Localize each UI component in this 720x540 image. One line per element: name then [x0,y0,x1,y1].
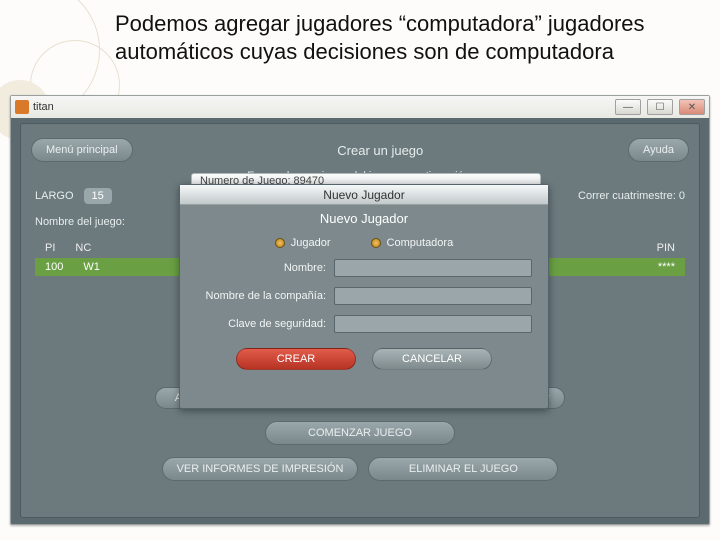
computadora-radio[interactable] [371,238,381,248]
col-pi: PI [35,238,65,258]
largo-label: LARGO [35,190,74,202]
print-reports-button[interactable]: VER INFORMES DE IMPRESIÓN [162,457,359,481]
col-pin: PIN [647,238,685,258]
dialog-subtitle: Nuevo Jugador [180,205,548,232]
jugador-label: Jugador [291,237,331,249]
clave-label: Clave de seguridad: [196,318,326,330]
screen-title: Crear un juego [143,143,618,158]
help-button[interactable]: Ayuda [628,138,689,162]
delete-game-button[interactable]: ELIMINAR EL JUEGO [368,457,558,481]
correr-label: Correr cuatrimestre: 0 [578,190,685,202]
compania-label: Nombre de la compañía: [196,290,326,302]
app-window: titan — ☐ ✕ Menú principal Crear un jueg… [10,95,710,525]
largo-value[interactable]: 15 [84,188,112,204]
new-player-dialog: Nuevo Jugador Nuevo Jugador Jugador Comp… [179,184,549,409]
slide-caption: Podemos agregar jugadores “computadora” … [115,10,675,65]
clave-input[interactable] [334,315,532,333]
app-icon [15,100,29,114]
cancel-button[interactable]: CANCELAR [372,348,492,370]
window-title: titan [33,101,54,113]
main-menu-button[interactable]: Menú principal [31,138,133,162]
nombre-label: Nombre: [196,262,326,274]
jugador-radio[interactable] [275,238,285,248]
cell-nc: W1 [73,258,110,276]
start-game-button[interactable]: COMENZAR JUEGO [265,421,455,445]
cell-pi: 100 [35,258,73,276]
col-nc: NC [65,238,101,258]
cell-pin: **** [648,258,685,276]
app-body: Menú principal Crear un juego Ayuda Esco… [20,123,700,518]
computadora-label: Computadora [387,237,454,249]
nombre-juego-label: Nombre del juego: [35,216,125,228]
nombre-input[interactable] [334,259,532,277]
dialog-title: Nuevo Jugador [180,185,548,205]
maximize-button[interactable]: ☐ [647,99,673,115]
compania-input[interactable] [334,287,532,305]
minimize-button[interactable]: — [615,99,641,115]
titlebar: titan — ☐ ✕ [11,96,709,118]
create-button[interactable]: CREAR [236,348,356,370]
close-button[interactable]: ✕ [679,99,705,115]
